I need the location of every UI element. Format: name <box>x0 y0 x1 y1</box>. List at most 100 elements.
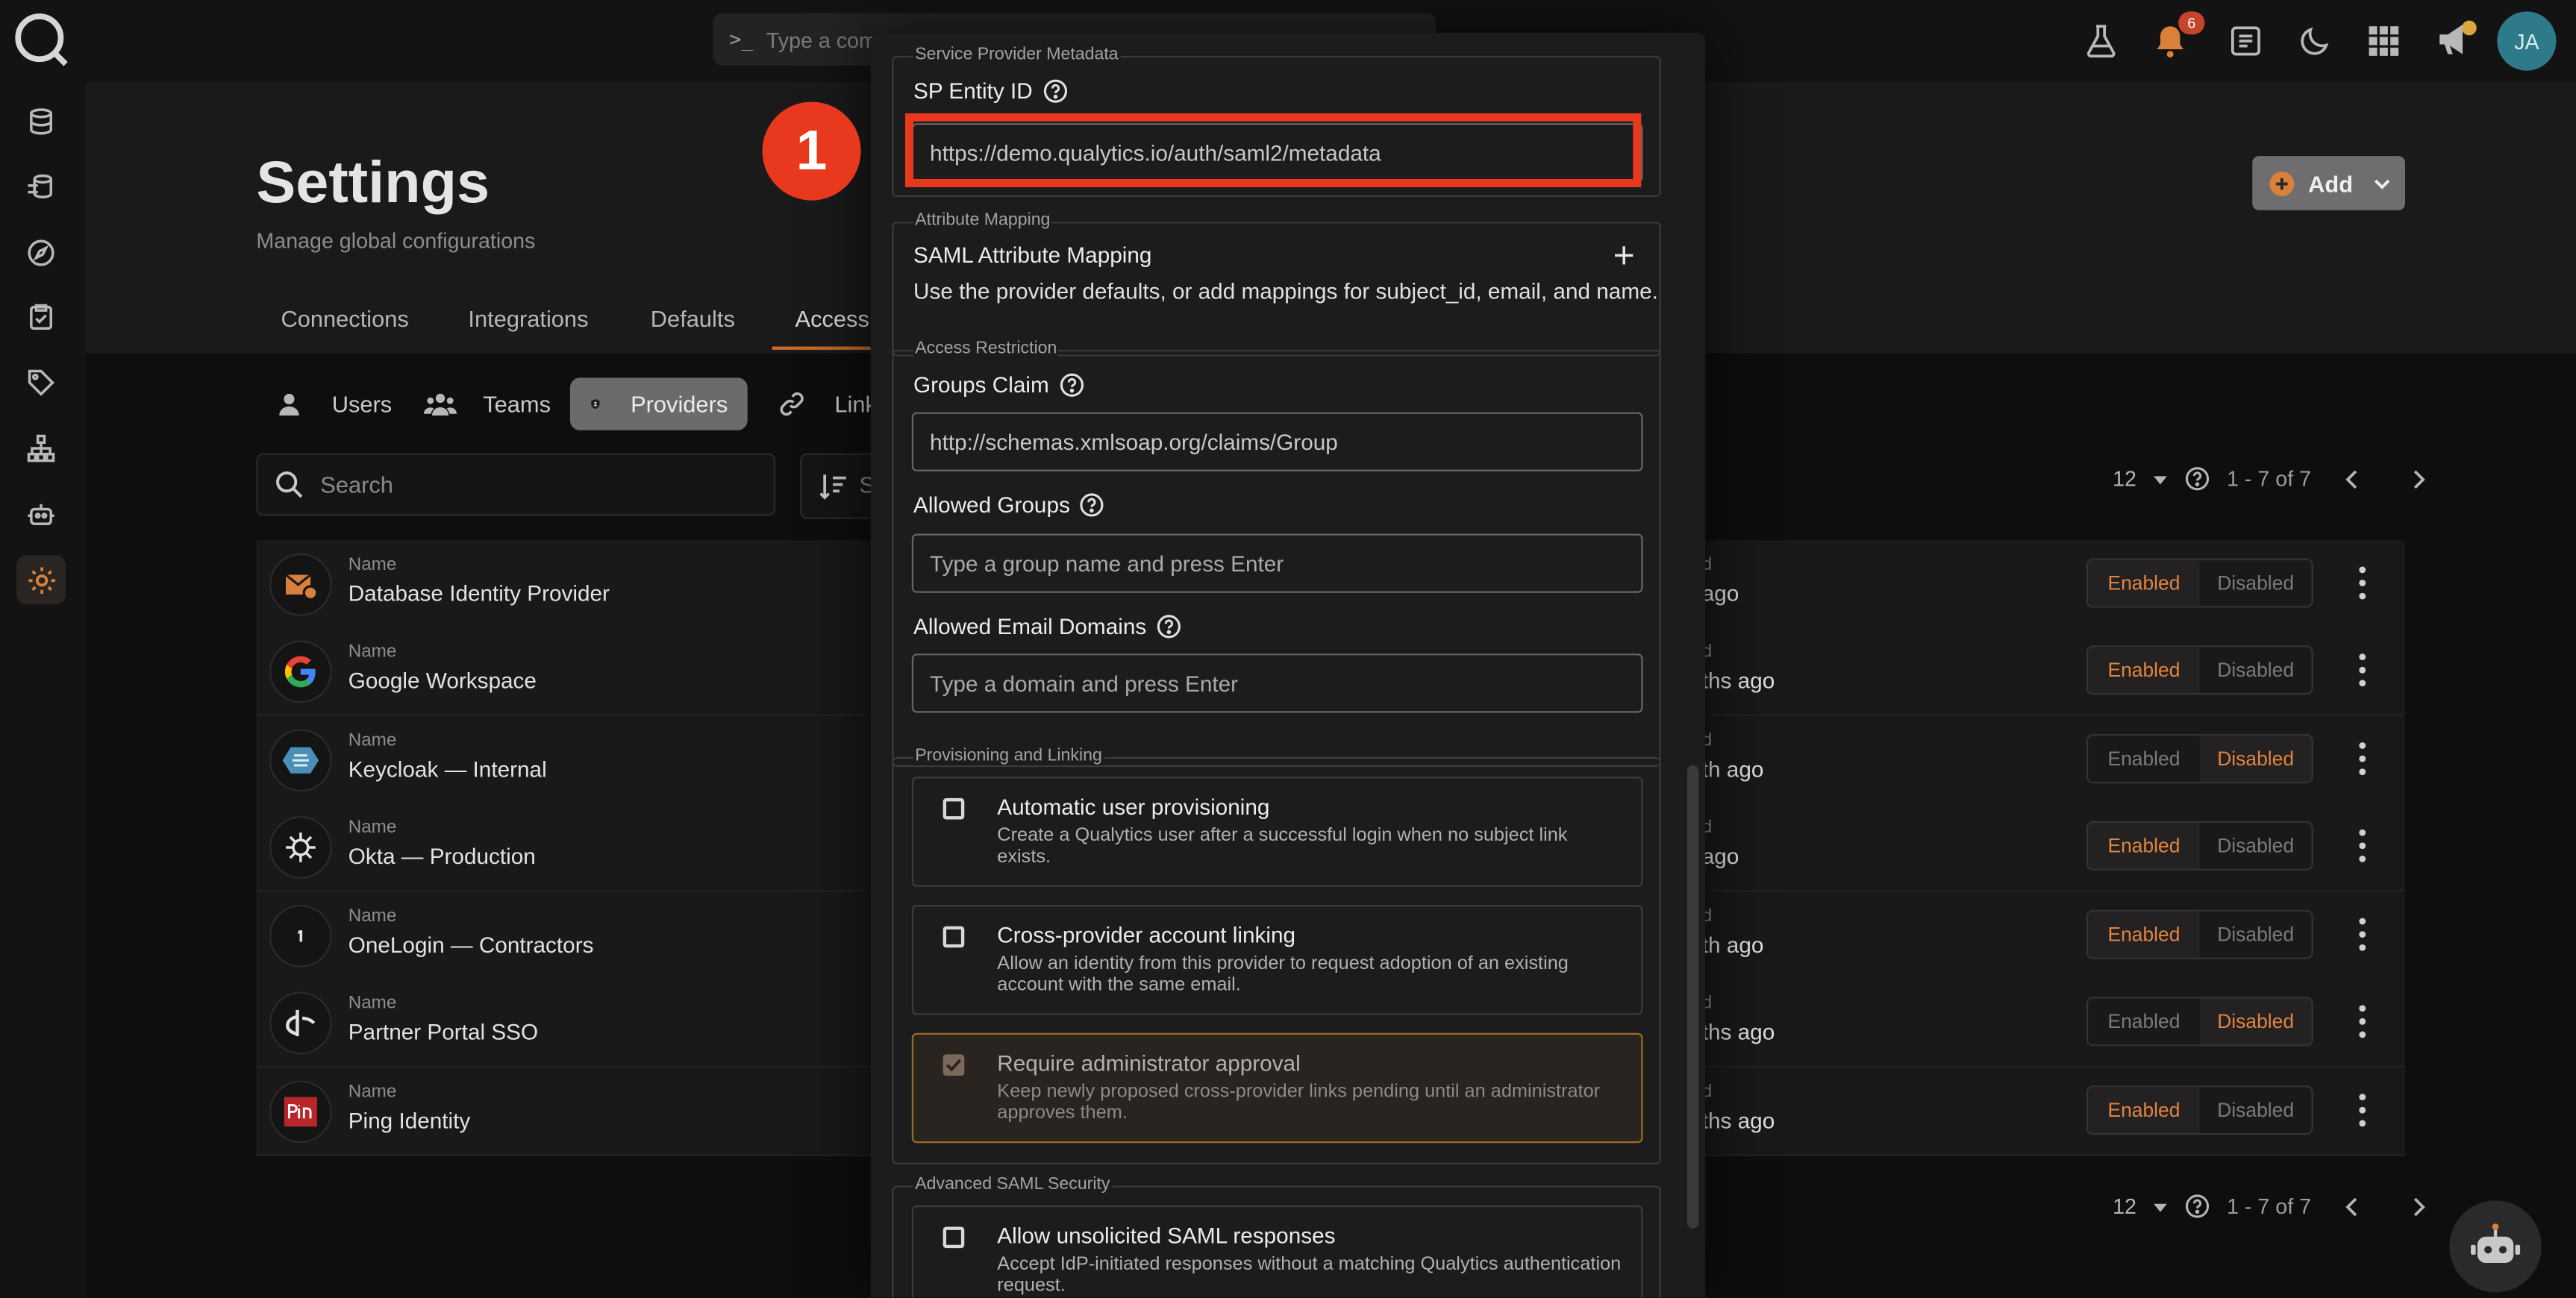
enabled-option[interactable]: Enabled <box>2088 647 2200 694</box>
disabled-option[interactable]: Disabled <box>2199 736 2312 782</box>
enabled-option[interactable]: Enabled <box>2088 999 2200 1045</box>
pager-range: 1 - 7 of 7 <box>2227 1194 2312 1219</box>
sp-entity-id-label: SP Entity ID <box>913 79 1067 104</box>
app-logo[interactable] <box>11 10 70 69</box>
chevron-right-icon[interactable] <box>2407 467 2430 490</box>
tab-connections[interactable]: Connections <box>281 305 408 331</box>
updated-value: ago <box>1701 844 1739 869</box>
assistant-bot-button[interactable] <box>2449 1200 2542 1293</box>
allowed-groups-input[interactable]: Type a group name and press Enter <box>911 533 1643 593</box>
groups-claim-value: http://schemas.xmlsoap.org/claims/Group <box>930 429 1338 454</box>
provider-name: Okta — Production <box>348 844 536 869</box>
explore-compass-icon[interactable] <box>16 228 66 278</box>
advanced-saml-security-legend: Advanced SAML Security <box>913 1174 1112 1194</box>
hierarchy-icon[interactable] <box>16 424 66 473</box>
sort-icon <box>819 474 846 500</box>
enabled-option[interactable]: Enabled <box>2088 822 2200 869</box>
updated-value: th ago <box>1701 756 1764 782</box>
database-icon[interactable] <box>16 97 66 146</box>
more-options-icon[interactable] <box>2356 829 2369 862</box>
caret-down-icon[interactable] <box>2153 471 2169 487</box>
attribute-mapping-description: Use the provider defaults, or add mappin… <box>913 279 1658 304</box>
checks-clipboard-icon[interactable] <box>16 292 66 342</box>
tab-defaults[interactable]: Defaults <box>651 305 735 331</box>
announcements-megaphone-icon[interactable] <box>2435 16 2481 63</box>
provider-name: OneLogin — Contractors <box>348 932 594 958</box>
unsolicited-responses-option[interactable]: Allow unsolicited SAML responses Accept … <box>911 1205 1643 1298</box>
per-page-select[interactable]: 12 <box>2113 466 2136 491</box>
admin-approval-title: Require administrator approval <box>997 1050 1301 1076</box>
unsolicited-responses-checkbox[interactable] <box>942 1226 965 1249</box>
active-tab-indicator <box>772 346 871 350</box>
name-label: Name <box>348 818 397 838</box>
subtab-teams-label: Teams <box>483 390 551 418</box>
apps-grid-icon[interactable] <box>2367 25 2400 57</box>
enabled-option[interactable]: Enabled <box>2088 559 2200 606</box>
tag-icon[interactable] <box>16 358 66 407</box>
more-options-icon[interactable] <box>2356 566 2369 600</box>
groups-claim-label: Groups Claim <box>913 373 1084 398</box>
keycloak-logo <box>269 729 332 792</box>
subtab-providers[interactable]: Providers <box>569 377 748 430</box>
admin-approval-option[interactable]: Require administrator approval Keep newl… <box>911 1032 1643 1144</box>
more-options-icon[interactable] <box>2356 1094 2369 1127</box>
more-options-icon[interactable] <box>2356 742 2369 776</box>
tab-access[interactable]: Access <box>795 305 869 331</box>
subtab-teams[interactable]: Teams <box>404 377 571 430</box>
add-mapping-plus-icon[interactable] <box>1613 245 1635 266</box>
enabled-option[interactable]: Enabled <box>2088 736 2200 782</box>
disabled-option[interactable]: Disabled <box>2200 1087 2312 1133</box>
status-toggle: Enabled Disabled <box>2086 734 2313 784</box>
agent-robot-icon[interactable] <box>16 489 66 539</box>
provider-name: Google Workspace <box>348 668 537 694</box>
help-circle-icon[interactable] <box>1156 614 1181 639</box>
disabled-option[interactable]: Disabled <box>2200 823 2312 869</box>
chevron-left-icon[interactable] <box>2341 1195 2364 1218</box>
dialog-scrollbar[interactable] <box>1686 765 1699 1229</box>
account-linking-description: Allow an identity from this provider to … <box>997 954 1569 995</box>
provisioning-linking-section: Provisioning and Linking Automatic user … <box>892 745 1661 1164</box>
user-avatar[interactable]: JA <box>2497 11 2557 71</box>
more-options-icon[interactable] <box>2356 1005 2369 1038</box>
chevron-down-icon <box>2375 178 2390 189</box>
flask-icon[interactable] <box>2083 23 2119 59</box>
more-options-icon[interactable] <box>2356 918 2369 951</box>
admin-approval-checkbox[interactable] <box>942 1054 965 1076</box>
settings-gear-icon[interactable] <box>16 555 66 605</box>
disabled-option[interactable]: Disabled <box>2200 912 2312 958</box>
subtab-users-label: Users <box>331 390 393 418</box>
enabled-option[interactable]: Enabled <box>2088 1087 2200 1134</box>
disabled-option[interactable]: Disabled <box>2200 647 2312 693</box>
tab-integrations[interactable]: Integrations <box>468 305 588 331</box>
okta-logo <box>269 816 332 879</box>
automatic-provisioning-description: Create a Qualytics user after a successf… <box>997 826 1568 867</box>
datastores-icon[interactable] <box>16 163 66 212</box>
help-circle-icon[interactable] <box>2186 466 2210 491</box>
dark-mode-moon-icon[interactable] <box>2297 23 2333 59</box>
search-input[interactable]: Search <box>256 453 776 516</box>
automatic-provisioning-option[interactable]: Automatic user provisioning Create a Qua… <box>911 777 1643 887</box>
chevron-left-icon[interactable] <box>2341 467 2364 490</box>
account-linking-checkbox[interactable] <box>942 926 965 948</box>
allowed-email-domains-input[interactable]: Type a domain and press Enter <box>911 653 1643 713</box>
more-options-icon[interactable] <box>2356 653 2369 687</box>
enabled-option[interactable]: Enabled <box>2088 911 2200 958</box>
account-linking-option[interactable]: Cross-provider account linking Allow an … <box>911 905 1643 1015</box>
news-document-icon[interactable] <box>2228 23 2263 59</box>
help-circle-icon[interactable] <box>1059 373 1084 398</box>
groups-claim-input[interactable]: http://schemas.xmlsoap.org/claims/Group <box>911 412 1643 471</box>
per-page-select[interactable]: 12 <box>2113 1194 2136 1218</box>
help-circle-icon[interactable] <box>1080 492 1104 517</box>
disabled-option[interactable]: Disabled <box>2199 998 2312 1045</box>
chevron-right-icon[interactable] <box>2407 1195 2430 1218</box>
disabled-option[interactable]: Disabled <box>2200 560 2312 606</box>
help-circle-icon[interactable] <box>1042 79 1067 104</box>
automatic-provisioning-checkbox[interactable] <box>942 797 965 820</box>
sidebar <box>0 0 87 1298</box>
add-button[interactable]: Add <box>2252 156 2405 210</box>
subtab-users[interactable]: Users <box>256 377 411 430</box>
help-circle-icon[interactable] <box>2186 1194 2210 1218</box>
caret-down-icon[interactable] <box>2153 1198 2169 1214</box>
highlight-box <box>905 113 1642 187</box>
status-toggle: Enabled Disabled <box>2086 645 2313 695</box>
